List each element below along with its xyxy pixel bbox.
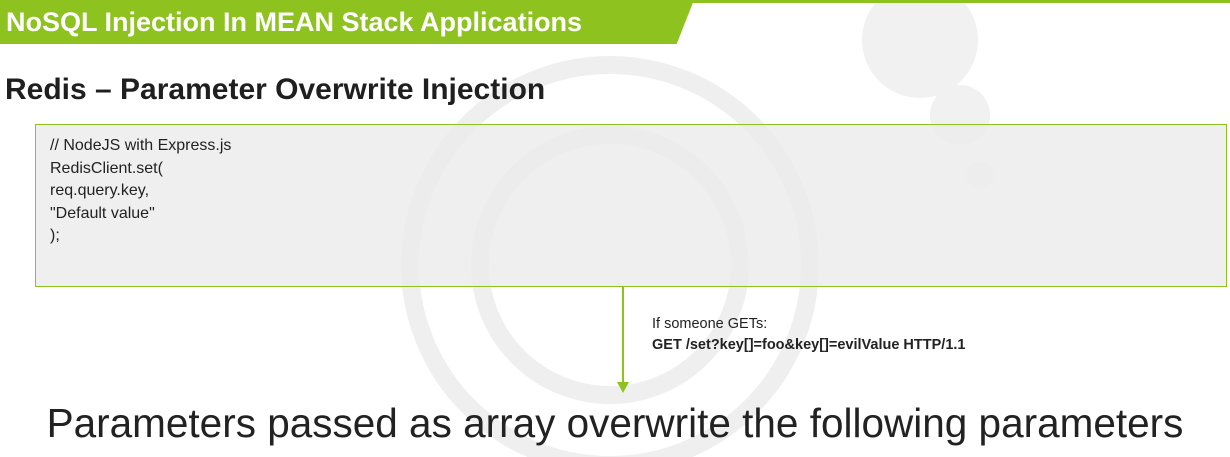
code-line: );	[50, 227, 60, 244]
code-block: // NodeJS with Express.js RedisClient.se…	[35, 124, 1227, 287]
code-line: RedisClient.set(	[50, 159, 163, 177]
request-note: If someone GETs: GET /set?key[]=foo&key[…	[652, 314, 965, 356]
header-divider	[690, 0, 1230, 3]
code-line: // NodeJS with Express.js	[50, 137, 232, 154]
note-intro: If someone GETs:	[652, 316, 768, 332]
arrow-head-icon	[617, 382, 629, 393]
section-title: Redis – Parameter Overwrite Injection	[5, 73, 546, 106]
arrow-down-icon	[622, 287, 624, 384]
code-line: "Default value"	[50, 204, 155, 222]
conclusion-text: Parameters passed as array overwrite the…	[46, 400, 1184, 446]
note-request: GET /set?key[]=foo&key[]=evilValue HTTP/…	[652, 337, 966, 353]
code-line: req.query.key,	[50, 182, 150, 199]
slide-header-title: NoSQL Injection In MEAN Stack Applicatio…	[6, 7, 583, 37]
